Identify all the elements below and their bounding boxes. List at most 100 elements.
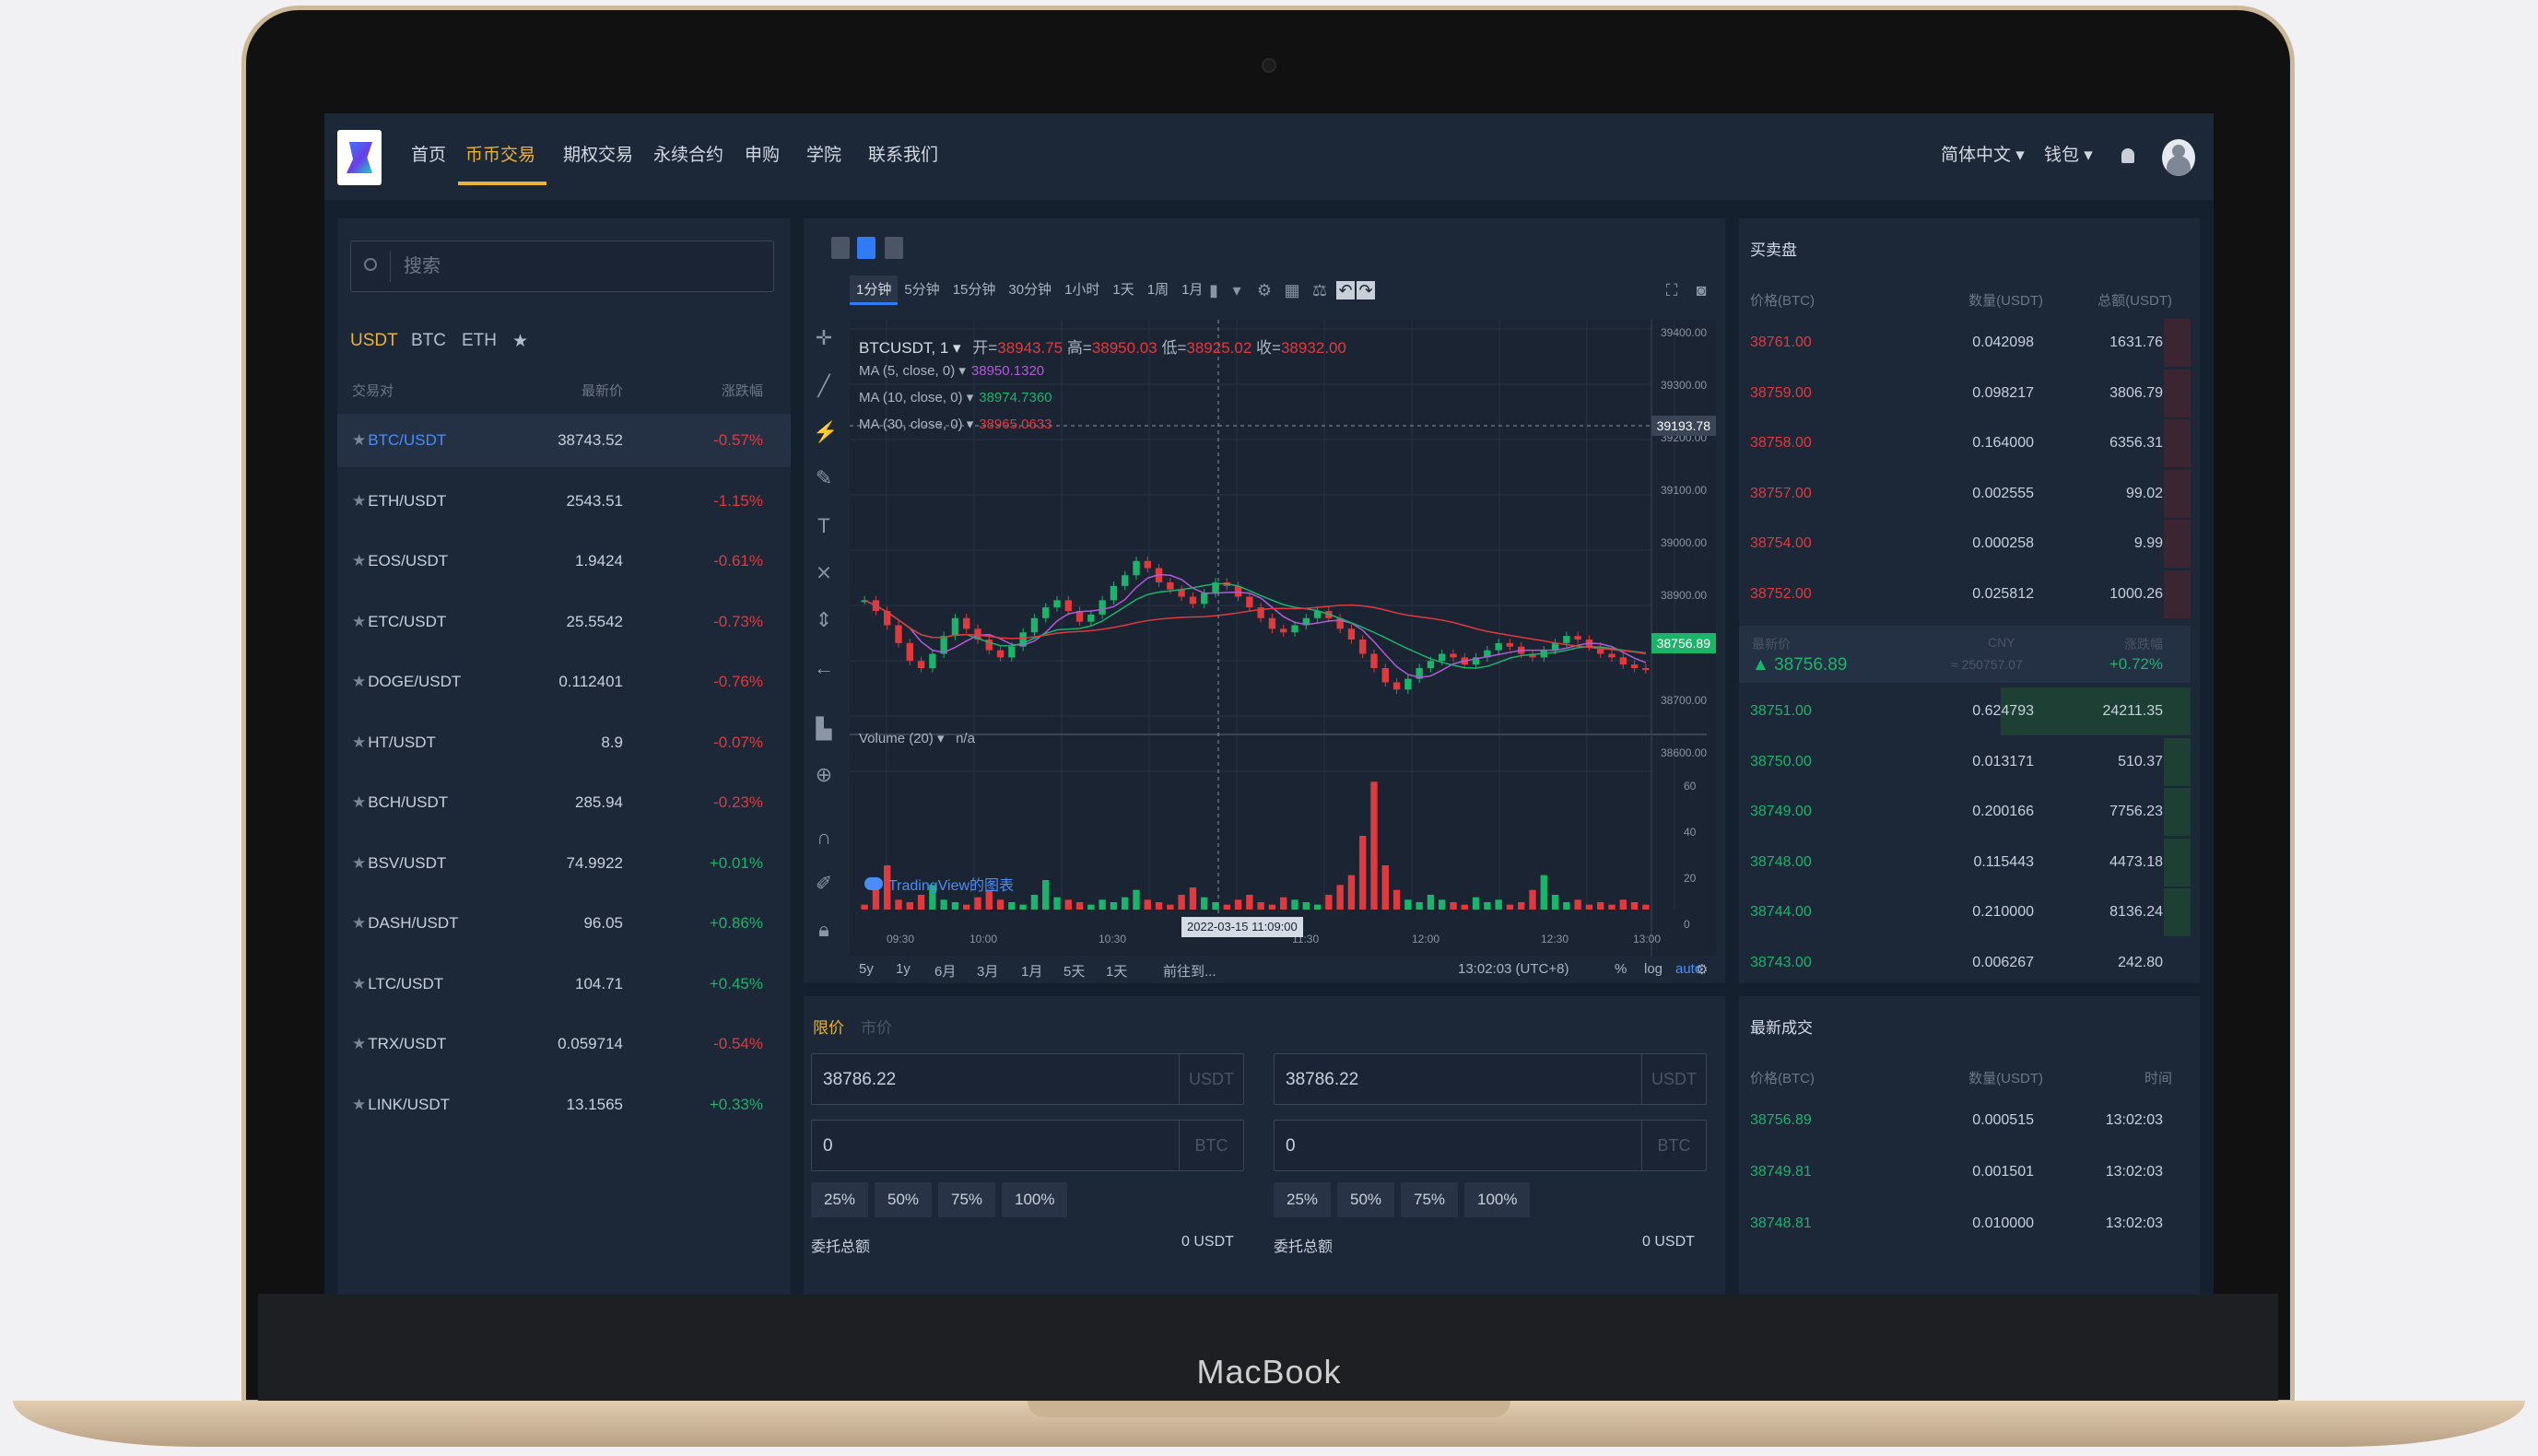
bid-row[interactable]: 38743.00 0.006267 242.80	[1739, 938, 2191, 988]
sell-price-field[interactable]: 38786.22 USDT	[1274, 1053, 1707, 1105]
undo-icon[interactable]: ↶	[1336, 281, 1355, 299]
market-row[interactable]: ★ ETC/USDT 25.5542 -0.73%	[337, 595, 791, 649]
sell-pct-25[interactable]: 25%	[1274, 1182, 1332, 1217]
compare-icon[interactable]: ⚖	[1310, 281, 1329, 299]
ask-row[interactable]: 38752.00 0.025812 1000.26	[1739, 569, 2191, 619]
nav-academy[interactable]: 学院	[806, 141, 841, 166]
bid-row[interactable]: 38750.00 0.013171 510.37	[1739, 737, 2191, 787]
chart-settings-icon[interactable]: ⚙	[1696, 961, 1708, 978]
range-button[interactable]: 6月	[934, 961, 956, 980]
settings-icon[interactable]: ▦	[1283, 281, 1301, 299]
chevron-down-icon[interactable]: ▾	[1228, 281, 1246, 299]
market-tab-usdt[interactable]: USDT	[350, 331, 398, 351]
market-row[interactable]: ★ TRX/USDT 0.059714 -0.54%	[337, 1017, 791, 1071]
timeframe-button[interactable]: 1天	[1106, 276, 1140, 305]
measure-icon[interactable]: ⇕	[813, 609, 835, 631]
buy-amount-field[interactable]: 0 BTC	[811, 1120, 1244, 1171]
favorite-star-icon[interactable]: ★	[352, 975, 366, 992]
text-icon[interactable]: T	[813, 515, 835, 537]
market-row[interactable]: ★ LINK/USDT 13.1565 +0.33%	[337, 1078, 791, 1132]
ask-row[interactable]: 38758.00 0.164000 6356.31	[1739, 418, 2191, 468]
nav-contact[interactable]: 联系我们	[868, 141, 938, 166]
indicator-icon[interactable]: ⚙	[1255, 281, 1274, 299]
range-button[interactable]: 5天	[1063, 961, 1085, 980]
ask-row[interactable]: 38754.00 0.000258 9.99	[1739, 519, 2191, 569]
range-button[interactable]: 5y	[859, 961, 874, 977]
bid-row[interactable]: 38751.00 0.624793 24211.35	[1739, 687, 2191, 736]
market-row[interactable]: ★ BTC/USDT 38743.52 -0.57%	[337, 414, 791, 467]
favorite-star-icon[interactable]: ★	[352, 431, 366, 449]
sell-pct-50[interactable]: 50%	[1337, 1182, 1395, 1217]
timeframe-button[interactable]: 1周	[1141, 276, 1175, 305]
nav-subscribe[interactable]: 申购	[745, 141, 780, 166]
price-chart[interactable]: 39400.00 39300.00 39200.00 39100.00 39000.00…	[850, 320, 1716, 956]
timeframe-button[interactable]: 15分钟	[946, 276, 1003, 305]
view-depth-button[interactable]	[885, 237, 903, 259]
timeframe-button[interactable]: 30分钟	[1002, 276, 1058, 305]
language-dropdown[interactable]: 简体中文 ▾	[1941, 141, 2025, 166]
magnet-icon[interactable]: ∩	[813, 827, 835, 849]
range-button[interactable]: 3月	[977, 961, 998, 980]
snapshot-icon[interactable]: ◙	[1692, 281, 1710, 299]
tab-limit-order[interactable]: 限价	[813, 1015, 844, 1038]
market-row[interactable]: ★ HT/USDT 8.9 -0.07%	[337, 716, 791, 769]
market-row[interactable]: ★ DASH/USDT 96.05 +0.86%	[337, 897, 791, 950]
scale-option[interactable]: %	[1615, 961, 1627, 977]
pencil-lock-icon[interactable]: ✐	[813, 873, 835, 895]
nav-home[interactable]: 首页	[411, 141, 446, 166]
view-tradingview-button[interactable]	[857, 237, 875, 259]
market-row[interactable]: ★ LTC/USDT 104.71 +0.45%	[337, 957, 791, 1011]
brush-icon[interactable]: ✎	[813, 467, 835, 489]
symbol-label[interactable]: BTCUSDT, 1 ▾	[859, 339, 961, 357]
favorite-star-icon[interactable]: ★	[352, 854, 366, 872]
pattern-icon[interactable]: ⨯	[813, 561, 835, 583]
range-button[interactable]: 1天	[1106, 961, 1127, 980]
redo-icon[interactable]: ↷	[1357, 281, 1375, 299]
range-button[interactable]: 前往到...	[1163, 961, 1216, 980]
buy-pct-50[interactable]: 50%	[875, 1182, 933, 1217]
favorite-star-icon[interactable]: ★	[352, 492, 366, 510]
scale-option[interactable]: log	[1644, 961, 1663, 977]
market-row[interactable]: ★ BSV/USDT 74.9922 +0.01%	[337, 837, 791, 890]
trendline-icon[interactable]: ╱	[813, 375, 835, 397]
fib-icon[interactable]: ⚡	[813, 421, 838, 443]
favorite-star-icon[interactable]: ★	[352, 793, 366, 811]
bell-icon[interactable]	[2121, 148, 2134, 163]
favorite-star-icon[interactable]: ★	[352, 734, 366, 751]
market-tab-favorites[interactable]: ★	[512, 331, 528, 352]
buy-pct-100[interactable]: 100%	[1002, 1182, 1068, 1217]
market-row[interactable]: ★ DOGE/USDT 0.112401 -0.76%	[337, 655, 791, 709]
timeframe-button[interactable]: 5分钟	[898, 276, 946, 305]
market-row[interactable]: ★ EOS/USDT 1.9424 -0.61%	[337, 534, 791, 588]
sell-pct-75[interactable]: 75%	[1401, 1182, 1459, 1217]
search-input[interactable]	[390, 251, 768, 282]
timeframe-button[interactable]: 1小时	[1058, 276, 1106, 305]
tab-market-order[interactable]: 市价	[861, 1015, 892, 1038]
buy-pct-25[interactable]: 25%	[811, 1182, 869, 1217]
fullscreen-icon[interactable]: ⛶	[1663, 281, 1681, 299]
bid-row[interactable]: 38744.00 0.210000 8136.24	[1739, 887, 2191, 937]
back-arrow-icon[interactable]: ←	[813, 657, 835, 679]
range-button[interactable]: 1月	[1021, 961, 1042, 980]
ask-row[interactable]: 38759.00 0.098217 3806.79	[1739, 369, 2191, 418]
wallet-dropdown[interactable]: 钱包 ▾	[2044, 141, 2093, 166]
nav-spot-trading[interactable]: 币币交易	[465, 141, 535, 166]
favorite-star-icon[interactable]: ★	[352, 1035, 366, 1052]
favorite-star-icon[interactable]: ★	[352, 613, 366, 630]
sell-pct-100[interactable]: 100%	[1464, 1182, 1531, 1217]
favorite-star-icon[interactable]: ★	[352, 914, 366, 932]
tradingview-watermark[interactable]: TradingView的图表	[864, 873, 1014, 895]
favorite-star-icon[interactable]: ★	[352, 552, 366, 569]
exchange-logo[interactable]	[337, 130, 382, 185]
market-tab-eth[interactable]: ETH	[462, 331, 497, 351]
buy-pct-75[interactable]: 75%	[938, 1182, 996, 1217]
timeframe-button[interactable]: 1分钟	[850, 276, 899, 305]
nav-options[interactable]: 期权交易	[563, 141, 633, 166]
view-basic-button[interactable]	[831, 237, 850, 259]
nav-perpetual[interactable]: 永续合约	[653, 141, 723, 166]
favorite-star-icon[interactable]: ★	[352, 1096, 366, 1113]
ask-row[interactable]: 38761.00 0.042098 1631.76	[1739, 318, 2191, 368]
crosshair-icon[interactable]: ✛	[813, 327, 835, 349]
market-row[interactable]: ★ ETH/USDT 2543.51 -1.15%	[337, 475, 791, 528]
sell-amount-field[interactable]: 0 BTC	[1274, 1120, 1707, 1171]
